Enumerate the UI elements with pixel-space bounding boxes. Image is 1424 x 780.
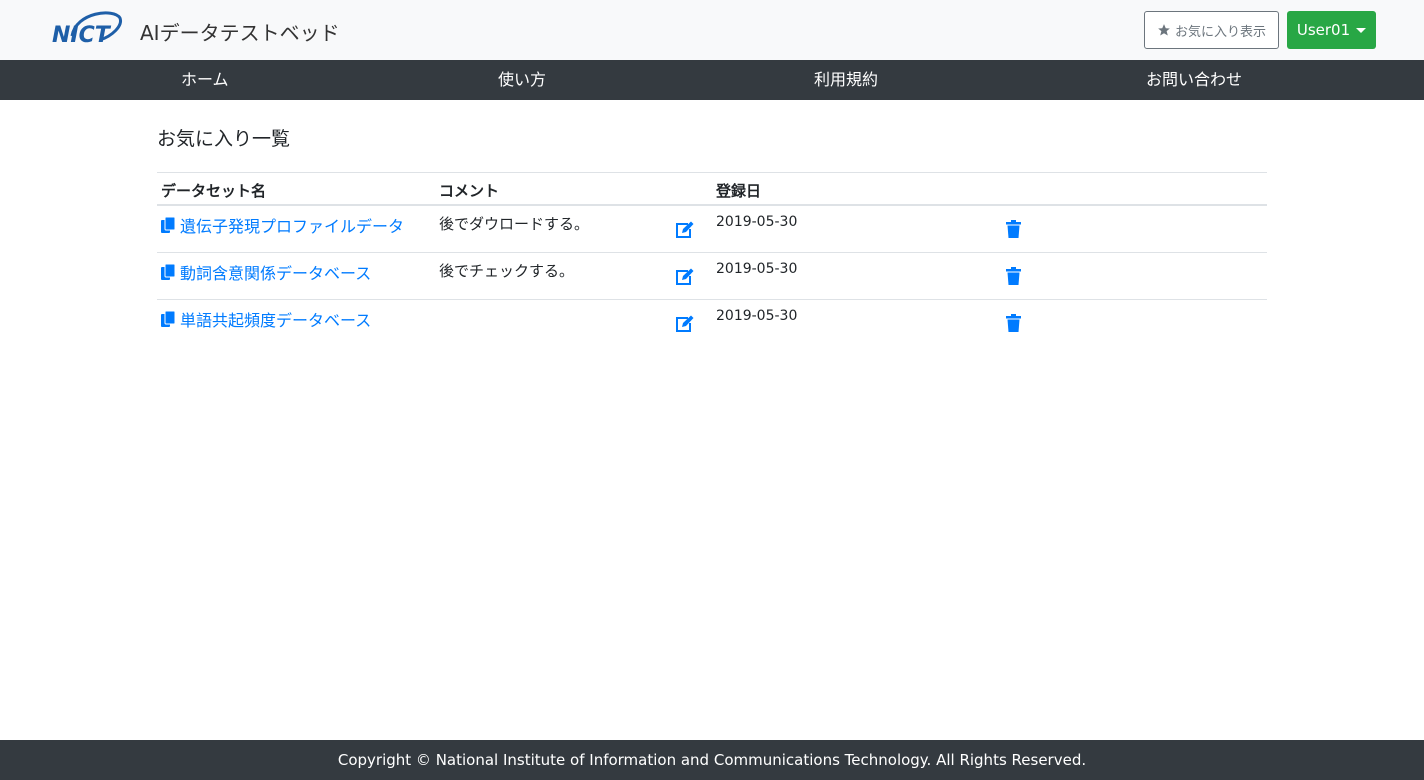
star-icon (1158, 24, 1170, 36)
dataset-name: 遺伝子発現プロファイルデータ (180, 217, 405, 236)
dataset-link[interactable]: 単語共起頻度データベース (161, 307, 371, 331)
nav-item-usage[interactable]: 使い方 (498, 60, 546, 100)
table-row: 動詞含意関係データベース 後でチェックする。 2019-05-30 (157, 253, 1267, 300)
nict-logo[interactable]: NICT (50, 6, 124, 54)
column-header-comment: コメント (439, 182, 500, 200)
registered-date: 2019-05-30 (716, 261, 798, 277)
nav-item-terms[interactable]: 利用規約 (814, 60, 878, 100)
edit-icon[interactable] (675, 268, 694, 286)
footer: Copyright © National Institute of Inform… (0, 740, 1424, 780)
trash-icon[interactable] (1006, 314, 1021, 332)
app-title: AIデータテストベッド (140, 21, 340, 45)
comment-text: 後でチェックする。 (439, 262, 575, 280)
main-nav: ホーム 使い方 利用規約 お問い合わせ (0, 60, 1424, 100)
dataset-name: 動詞含意関係データベース (180, 264, 372, 283)
svg-text:NICT: NICT (52, 23, 112, 48)
edit-icon[interactable] (675, 221, 694, 239)
favorites-table: データセット名 コメント 登録日 遺伝子発現プロファイルデータ 後でダウロードす… (157, 172, 1267, 347)
nav-item-home[interactable]: ホーム (181, 60, 229, 100)
edit-icon[interactable] (675, 315, 694, 333)
trash-icon[interactable] (1006, 267, 1021, 285)
trash-icon[interactable] (1006, 220, 1021, 238)
registered-date: 2019-05-30 (716, 308, 798, 324)
caret-down-icon (1356, 27, 1367, 33)
comment-text: 後でダウロードする。 (439, 215, 590, 233)
user-menu-button[interactable]: User01 (1287, 11, 1376, 49)
copyright-text: Copyright © National Institute of Inform… (337, 751, 1087, 769)
copy-icon (161, 311, 175, 327)
dataset-link[interactable]: 遺伝子発現プロファイルデータ (161, 213, 404, 237)
dataset-name: 単語共起頻度データベース (180, 311, 372, 330)
table-row: 単語共起頻度データベース 2019-05-30 (157, 300, 1267, 347)
top-header: NICT AIデータテストベッド お気に入り表示 User01 (0, 0, 1424, 60)
user-menu-label: User01 (1296, 21, 1351, 39)
copy-icon (161, 264, 175, 280)
table-header: データセット名 コメント 登録日 (157, 172, 1267, 206)
table-row: 遺伝子発現プロファイルデータ 後でダウロードする。 2019-05-30 (157, 206, 1267, 253)
favorites-button-label: お気に入り表示 (1174, 24, 1266, 40)
dataset-link[interactable]: 動詞含意関係データベース (161, 260, 371, 284)
column-header-date: 登録日 (716, 182, 762, 200)
nav-item-contact[interactable]: お問い合わせ (1146, 60, 1242, 100)
page-title: お気に入り一覧 (157, 128, 291, 150)
copy-icon (161, 217, 175, 233)
favorites-button[interactable]: お気に入り表示 (1144, 11, 1279, 49)
registered-date: 2019-05-30 (716, 214, 798, 230)
column-header-dataset: データセット名 (161, 182, 267, 200)
